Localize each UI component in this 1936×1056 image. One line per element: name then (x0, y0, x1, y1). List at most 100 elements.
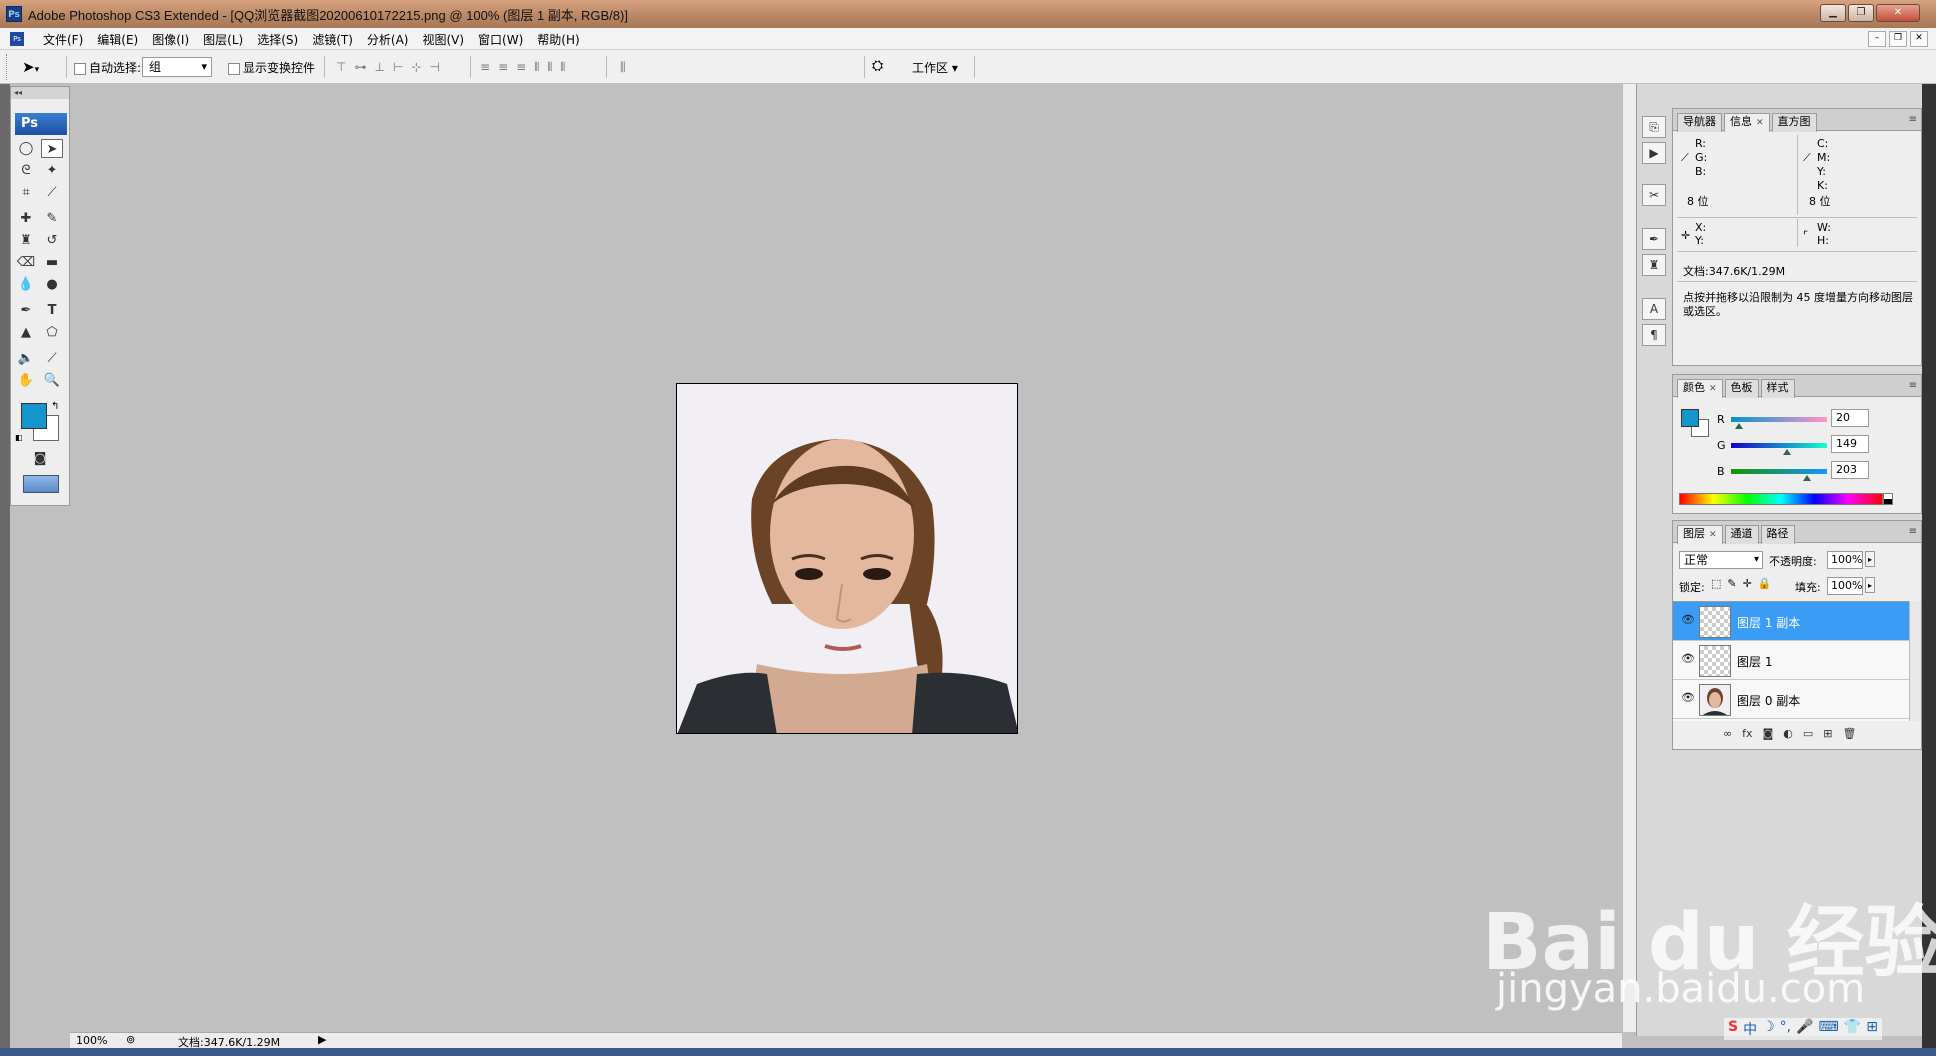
menu-edit[interactable]: 编辑(E) (90, 31, 145, 48)
delete-layer-icon[interactable]: 🗑 (1842, 727, 1856, 740)
align-left-icon[interactable]: ⊢ (393, 60, 403, 74)
align-hcenter-icon[interactable]: ⊹ (411, 60, 421, 74)
gradient-tool-icon[interactable]: ▬ (41, 253, 63, 272)
auto-select-option[interactable]: 自动选择: (74, 59, 141, 76)
character-panel-icon[interactable]: A (1642, 298, 1666, 320)
layer-name[interactable]: 图层 0 副本 (1737, 692, 1800, 709)
align-bottom-icon[interactable]: ⊥ (374, 60, 384, 74)
panel-menu-icon[interactable]: ≡ (1909, 114, 1917, 125)
layers-scrollbar[interactable] (1909, 601, 1921, 721)
blur-tool-icon[interactable]: 💧 (15, 275, 37, 294)
distribute-right-icon[interactable]: ⫴ (560, 60, 565, 75)
b-slider[interactable] (1731, 469, 1827, 474)
tab-swatches[interactable]: 色板 (1724, 379, 1759, 398)
menu-filter[interactable]: 滤镜(T) (305, 31, 360, 48)
tab-navigator[interactable]: 导航器 (1677, 113, 1722, 132)
visibility-eye-icon[interactable]: 👁 (1681, 614, 1695, 626)
fill-slider-arrow-icon[interactable]: ▸ (1865, 577, 1875, 593)
align-right-icon[interactable]: ⊣ (429, 60, 439, 74)
slice-tool-icon[interactable]: ⟋ (41, 183, 63, 202)
align-vcenter-icon[interactable]: ⊶ (354, 60, 366, 74)
grid-icon[interactable]: ⊞ (1866, 1019, 1878, 1039)
tab-color[interactable]: 颜色 ✕ (1677, 379, 1723, 398)
document-icon[interactable]: Ps (10, 32, 24, 46)
doc-close-button[interactable]: ✕ (1910, 31, 1928, 47)
distribute-left-icon[interactable]: ⫴ (534, 60, 539, 75)
blend-mode-dropdown[interactable]: 正常 ▾ (1679, 551, 1763, 569)
zoom-level[interactable]: 100% (76, 1034, 107, 1047)
screen-mode-icon[interactable] (23, 475, 59, 493)
dodge-tool-icon[interactable]: ● (41, 275, 63, 294)
r-value-input[interactable]: 20 (1831, 409, 1869, 427)
brush-tool-icon[interactable]: ✎ (41, 209, 63, 228)
menu-image[interactable]: 图像(I) (145, 31, 196, 48)
healing-brush-icon[interactable]: ✚ (15, 209, 37, 228)
eyedropper-tool-icon[interactable]: ⟋ (41, 349, 63, 368)
layer-mask-icon[interactable]: ◙ (1763, 727, 1774, 740)
layer-row[interactable]: 👁 图层 1 (1673, 641, 1909, 680)
zoom-tool-icon[interactable]: 🔍 (41, 371, 63, 390)
tab-histogram[interactable]: 直方图 (1771, 113, 1817, 132)
default-colors-icon[interactable]: ◧ (15, 433, 23, 442)
auto-select-dropdown[interactable]: 组 (142, 57, 212, 77)
menu-select[interactable]: 选择(S) (250, 31, 305, 48)
new-group-icon[interactable]: ▭ (1803, 727, 1813, 740)
panel-menu-icon[interactable]: ≡ (1909, 380, 1917, 391)
paragraph-panel-icon[interactable]: ¶ (1642, 324, 1666, 346)
move-tool-preset-icon[interactable]: ➤▾ (22, 58, 39, 76)
history-brush-icon[interactable]: ↺ (41, 231, 63, 250)
foreground-color-swatch[interactable] (21, 403, 47, 429)
crop-tool-icon[interactable]: ⌗ (15, 183, 37, 202)
shape-tool-icon[interactable]: ⬠ (41, 323, 63, 342)
close-window-button[interactable]: ✕ (1876, 4, 1920, 22)
layer-row[interactable]: 👁 图层 1 副本 (1673, 602, 1909, 641)
color-spectrum-bar[interactable] (1679, 493, 1883, 505)
hand-tool-icon[interactable]: ✋ (15, 371, 37, 390)
b-value-input[interactable]: 203 (1831, 461, 1869, 479)
distribute-vcenter-icon[interactable]: ≡ (498, 60, 508, 75)
lasso-marquee-tool-icon[interactable]: ◯ (15, 139, 37, 158)
actions-panel-icon[interactable]: ▶ (1642, 142, 1666, 164)
opacity-slider-arrow-icon[interactable]: ▸ (1865, 551, 1875, 567)
doc-restore-button[interactable]: ❐ (1889, 31, 1907, 47)
distribute-hcenter-icon[interactable]: ⫴ (547, 60, 552, 75)
magic-wand-icon[interactable]: ✦ (41, 161, 63, 180)
link-layers-icon[interactable]: ∞ (1723, 727, 1732, 740)
auto-select-checkbox[interactable] (74, 62, 86, 75)
close-tab-icon[interactable]: ✕ (1756, 118, 1764, 128)
type-tool-icon[interactable]: T (41, 301, 63, 320)
close-tab-icon[interactable]: ✕ (1709, 530, 1717, 540)
fill-input[interactable]: 100% (1827, 577, 1863, 595)
opacity-input[interactable]: 100% (1827, 551, 1863, 569)
maximize-window-button[interactable]: ❐ (1848, 4, 1874, 22)
tab-layers[interactable]: 图层 ✕ (1677, 525, 1723, 544)
clone-stamp-icon[interactable]: ♜ (15, 231, 37, 250)
layer-name[interactable]: 图层 1 (1737, 653, 1772, 670)
tab-styles[interactable]: 样式 (1760, 379, 1795, 398)
canvas-image[interactable] (676, 383, 1018, 734)
distribute-bottom-icon[interactable]: ≡ (516, 60, 526, 75)
color-fg-swatch[interactable] (1681, 409, 1699, 427)
menu-view[interactable]: 视图(V) (415, 31, 471, 48)
brushes-panel-icon[interactable]: ✒ (1642, 228, 1666, 250)
toolbox-collapse-icon[interactable]: ◂◂ (11, 87, 69, 99)
auto-align-icon[interactable]: ⫼ (620, 60, 626, 75)
history-panel-icon[interactable]: ⎘ (1642, 116, 1666, 138)
menu-layer[interactable]: 图层(L) (196, 31, 250, 48)
tab-paths[interactable]: 路径 (1760, 525, 1795, 544)
pen-tool-icon[interactable]: ✒ (15, 301, 37, 320)
punctuation-icon[interactable]: °, (1780, 1019, 1791, 1039)
bridge-icon[interactable]: ⛭ (872, 58, 883, 74)
align-top-icon[interactable]: ⊤ (336, 60, 346, 74)
workspace-button[interactable]: 工作区 ▾ (912, 59, 958, 76)
options-grip[interactable] (6, 54, 8, 80)
g-slider-thumb[interactable] (1783, 449, 1791, 455)
auto-align-button[interactable]: ⫼ (620, 60, 626, 75)
sogou-icon[interactable]: S (1728, 1019, 1738, 1039)
layer-name[interactable]: 图层 1 副本 (1737, 614, 1800, 631)
shirt-icon[interactable]: 👕 (1844, 1019, 1861, 1039)
black-white-swatch[interactable] (1883, 493, 1893, 505)
menu-file[interactable]: 文件(F) (36, 31, 90, 48)
show-transform-checkbox[interactable] (228, 62, 240, 75)
moon-icon[interactable]: ☽ (1762, 1019, 1775, 1039)
